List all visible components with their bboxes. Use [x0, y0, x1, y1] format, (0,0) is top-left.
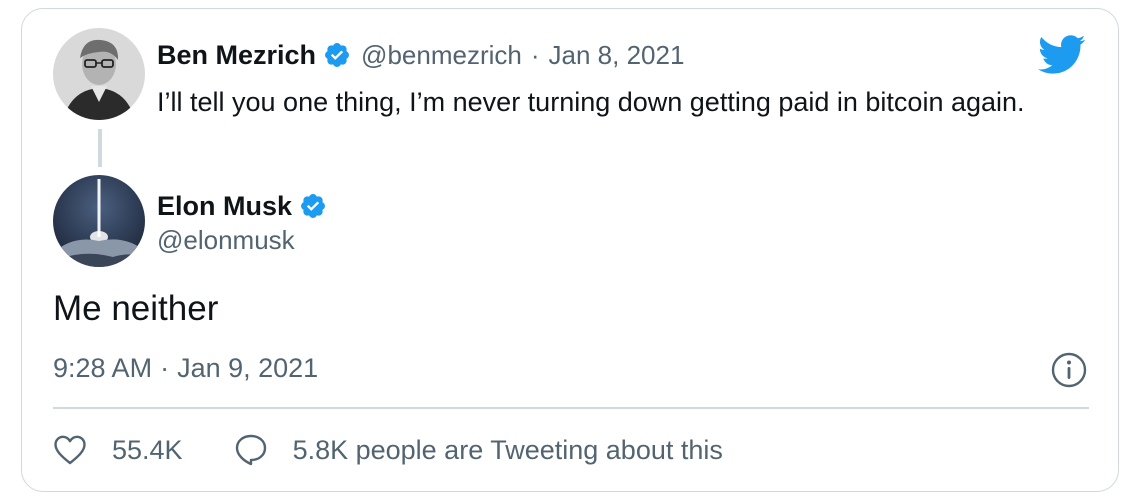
quoted-tweet-header: Ben Mezrich @benmezrich · Jan 8, 2021 — [157, 35, 684, 75]
tweet-actions: 55.4K 5.8K people are Tweeting about thi… — [53, 433, 723, 467]
verified-badge-icon — [299, 192, 327, 220]
elon-musk-avatar[interactable] — [53, 175, 145, 267]
speech-bubble-icon — [235, 434, 266, 466]
like-count: 55.4K — [112, 434, 183, 465]
author-handle[interactable]: @elonmusk — [157, 225, 295, 256]
twitter-bird-icon[interactable] — [1038, 35, 1086, 75]
tweet-text: Me neither — [53, 289, 219, 328]
quoted-tweet-date[interactable]: Jan 8, 2021 — [549, 40, 685, 71]
tweeting-about-link[interactable]: 5.8K people are Tweeting about this — [233, 433, 723, 467]
heart-icon — [54, 435, 86, 465]
quoted-tweet-text: I’ll tell you one thing, I’m never turni… — [157, 87, 1025, 117]
timestamp-separator: · — [160, 353, 170, 383]
like-button[interactable]: 55.4K — [53, 434, 183, 466]
quoted-author-handle[interactable]: @benmezrich — [361, 40, 522, 71]
thread-connector-line — [98, 129, 102, 167]
author-name[interactable]: Elon Musk — [157, 191, 292, 222]
header-separator: · — [530, 39, 540, 70]
tweet-date[interactable]: Jan 9, 2021 — [177, 353, 318, 384]
tweet-embed-card[interactable]: Ben Mezrich @benmezrich · Jan 8, 2021 I’… — [21, 8, 1119, 492]
quoted-author-name[interactable]: Ben Mezrich — [157, 40, 316, 71]
verified-badge-icon — [323, 41, 351, 69]
tweet-timestamp[interactable]: 9:28 AM · Jan 9, 2021 — [53, 353, 318, 384]
info-icon[interactable] — [1051, 352, 1087, 388]
tweeting-about-text: 5.8K people are Tweeting about this — [292, 434, 723, 465]
tweet-header: Elon Musk — [157, 186, 337, 226]
divider — [53, 407, 1089, 409]
ben-mezrich-avatar[interactable] — [53, 28, 145, 120]
tweet-time[interactable]: 9:28 AM — [53, 353, 152, 384]
